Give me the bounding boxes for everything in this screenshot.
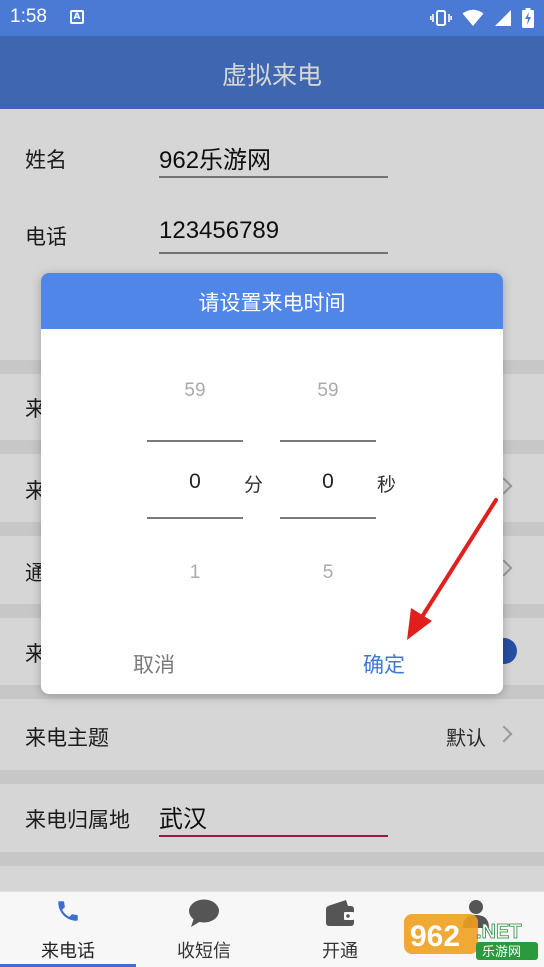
nav-item-activate[interactable]: 开通 <box>272 892 408 967</box>
svg-text:.NET: .NET <box>476 921 522 943</box>
chat-bubble-icon <box>189 899 219 927</box>
annotation-arrow <box>407 498 498 640</box>
wallet-icon <box>326 900 354 926</box>
nav-item-call[interactable]: 来电话 <box>0 892 136 967</box>
nav-label: 开通 <box>322 941 358 962</box>
nav-item-sms[interactable]: 收短信 <box>136 892 272 967</box>
site-watermark-logo: 962 .NET 乐游网 <box>404 914 538 960</box>
svg-text:乐游网: 乐游网 <box>482 945 521 960</box>
svg-text:962: 962 <box>410 920 460 953</box>
nav-label: 来电话 <box>41 941 95 962</box>
nav-label: 收短信 <box>177 941 231 962</box>
phone-icon <box>58 901 78 921</box>
